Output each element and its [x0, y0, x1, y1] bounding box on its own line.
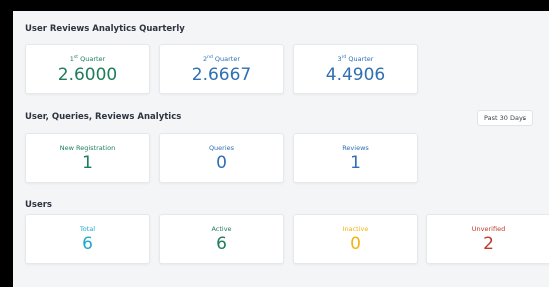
quarter-2-label: 2nd Quarter	[160, 55, 283, 63]
quarter-1-label: 1st Quarter	[26, 55, 149, 63]
new-registration-value: 1	[82, 153, 93, 173]
users-total-card: Total 6	[25, 214, 150, 264]
quarter-3-label: 3rd Quarter	[294, 55, 417, 63]
queries-card: Queries 0	[159, 133, 284, 183]
queries-value: 0	[216, 153, 227, 173]
new-registration-card: New Registration 1	[25, 133, 150, 183]
quarter-1-value: 2.6000	[57, 65, 118, 85]
users-section-title: Users	[25, 200, 52, 210]
users-inactive-label: Inactive	[342, 225, 369, 233]
dashboard-panel: User Reviews Analytics Quarterly 1st Qua…	[13, 11, 549, 287]
users-active-label: Active	[211, 225, 232, 233]
quarterly-section-title: User Reviews Analytics Quarterly	[25, 24, 185, 34]
quarter-3-word: Quarter	[346, 55, 374, 63]
users-total-value: 6	[82, 234, 93, 254]
quarter-3-card: 3rd Quarter 4.4906	[293, 44, 418, 94]
quarter-3-value: 4.4906	[325, 65, 386, 85]
quarter-1-card: 1st Quarter 2.6000	[25, 44, 150, 94]
new-registration-label: New Registration	[59, 144, 116, 152]
reviews-label: Reviews	[342, 144, 369, 152]
users-active-card: Active 6	[159, 214, 284, 264]
users-inactive-value: 0	[350, 234, 361, 254]
users-active-value: 6	[216, 234, 227, 254]
chevron-down-icon: ⌄	[521, 114, 527, 122]
users-unverified-value: 2	[483, 234, 494, 254]
users-unverified-label: Unverified	[471, 225, 506, 233]
quarter-1-word: Quarter	[78, 55, 106, 63]
quarter-2-word: Quarter	[212, 55, 241, 63]
period-filter-value: Past 30 Days	[484, 114, 527, 122]
period-filter-dropdown[interactable]: Past 30 Days ⌄	[477, 110, 533, 126]
reviews-card: Reviews 1	[293, 133, 418, 183]
quarter-2-card: 2nd Quarter 2.6667	[159, 44, 284, 94]
users-inactive-card: Inactive 0	[293, 214, 418, 264]
queries-label: Queries	[208, 144, 235, 152]
activity-section-title: User, Queries, Reviews Analytics	[25, 112, 182, 122]
quarter-2-value: 2.6667	[191, 65, 252, 85]
users-total-label: Total	[79, 225, 96, 233]
reviews-value: 1	[350, 153, 361, 173]
users-unverified-card: Unverified 2	[426, 214, 549, 264]
